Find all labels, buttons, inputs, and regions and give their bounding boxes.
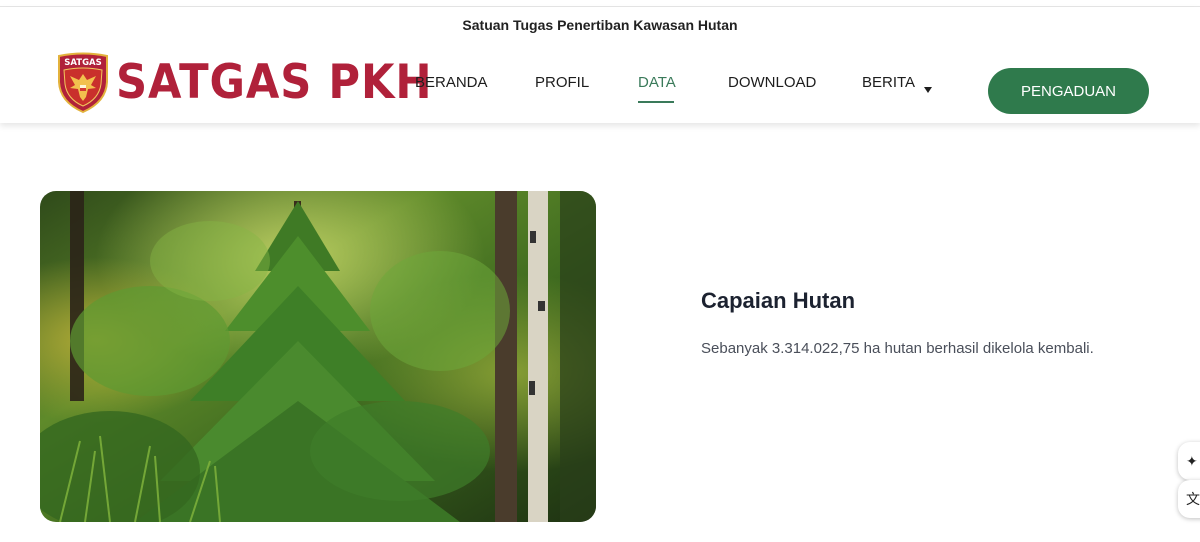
- forest-photo: [40, 191, 596, 522]
- nav-download[interactable]: DOWNLOAD: [728, 74, 816, 91]
- sparkle-icon: ✦: [1186, 452, 1198, 469]
- logo-wordmark: SATGAS PKH: [116, 55, 433, 110]
- sparkle-button[interactable]: ✦: [1178, 442, 1200, 480]
- pengaduan-button[interactable]: PENGADUAN: [988, 68, 1149, 114]
- nav-active-underline: [638, 101, 674, 103]
- site-tagline: Satuan Tugas Penertiban Kawasan Hutan: [462, 17, 738, 33]
- section-heading: Capaian Hutan: [701, 288, 856, 313]
- nav-beranda[interactable]: BERANDA: [415, 74, 488, 91]
- translate-icon: 文: [1186, 491, 1200, 507]
- chevron-down-icon[interactable]: [924, 87, 932, 93]
- nav-data[interactable]: DATA: [638, 74, 676, 91]
- nav-berita[interactable]: BERITA: [862, 74, 915, 91]
- nav-profil[interactable]: PROFIL: [535, 74, 589, 91]
- section-description: Sebanyak 3.314.022,75 ha hutan berhasil …: [701, 340, 1094, 357]
- svg-text:SATGAS: SATGAS: [64, 58, 102, 68]
- site-header: Satuan Tugas Penertiban Kawasan Hutan SA…: [0, 7, 1200, 123]
- forest-image: [40, 191, 596, 522]
- satgas-emblem-icon: SATGAS: [58, 52, 108, 114]
- translate-button[interactable]: 文: [1178, 480, 1200, 518]
